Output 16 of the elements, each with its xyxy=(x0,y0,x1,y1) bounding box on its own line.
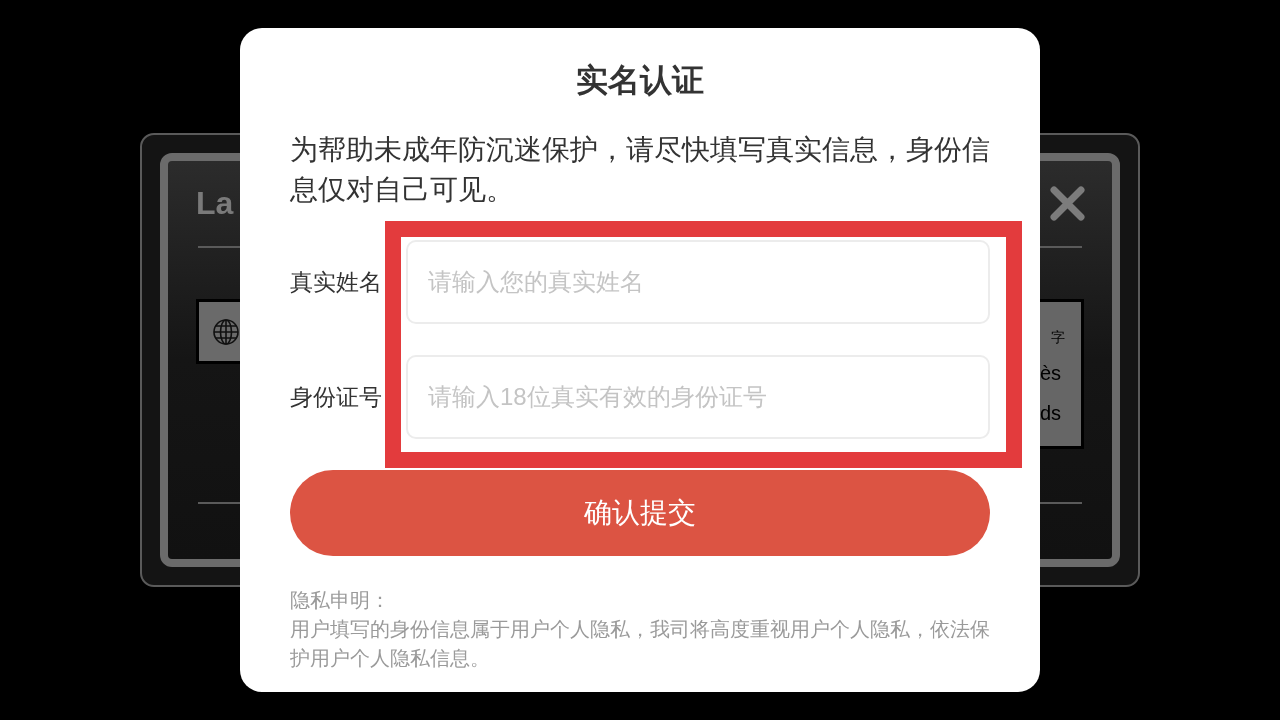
text-field[interactable]: 请输入您的真实姓名 xyxy=(406,240,990,324)
privacy-heading: 隐私申明： xyxy=(290,588,391,613)
option-label: ds xyxy=(1040,401,1062,426)
globe-icon xyxy=(213,318,239,345)
option-label: ès xyxy=(1040,361,1062,386)
privacy-text: 用户填写的身份信息属于用户个人隐私，我司将高度重视用户个人隐私，依法保护用户个人隐私信息。 xyxy=(290,617,991,671)
field-label: 真实姓名 xyxy=(290,268,383,297)
modal-title: 实名认证 xyxy=(575,61,705,100)
close-icon[interactable] xyxy=(1050,185,1085,221)
field-label: 身份证号 xyxy=(290,383,383,412)
dialog-title: La xyxy=(196,184,234,223)
language-tile[interactable] xyxy=(196,299,240,364)
submit-button[interactable]: 确认提交 xyxy=(290,470,990,556)
description-text: 为帮助未成年防沉迷保护，请尽快填写真实信息，身份信息仅对自己可见。 xyxy=(290,133,991,207)
option-label: 字 xyxy=(1050,328,1065,347)
text-field[interactable]: 请输入18位真实有效的身份证号 xyxy=(406,355,990,439)
